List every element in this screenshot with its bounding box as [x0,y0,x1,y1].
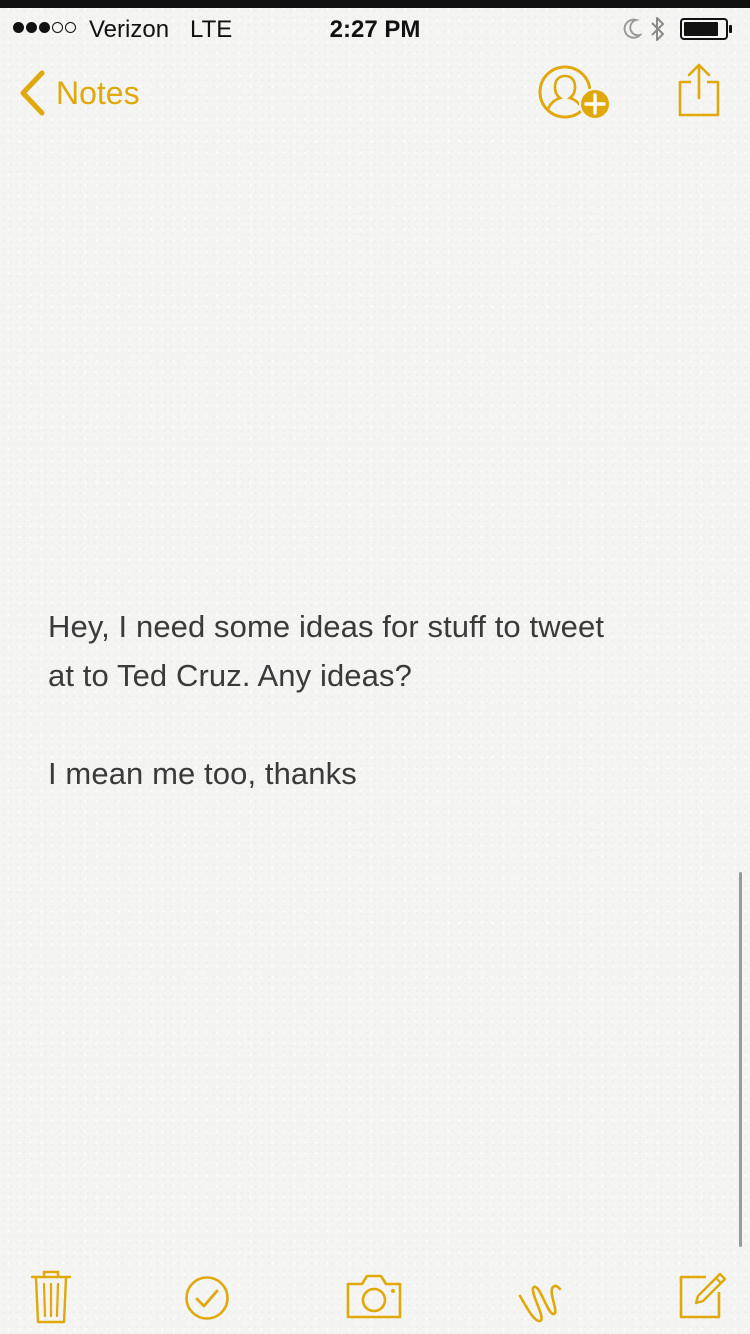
checklist-icon[interactable] [184,1275,230,1321]
compose-icon[interactable] [678,1270,728,1320]
note-line: Hey, I need some ideas for stuff to twee… [48,609,605,644]
chevron-left-icon [20,70,45,116]
scrollbar[interactable] [739,872,742,1247]
share-icon[interactable] [676,62,722,118]
navigation-bar: Notes [0,48,750,138]
back-label: Notes [56,75,140,111]
back-button[interactable]: Notes [18,68,140,118]
status-bar: Verizon LTE 2:27 PM [0,8,750,48]
battery-icon [680,18,732,40]
trash-icon[interactable] [30,1270,72,1324]
sketch-icon[interactable] [514,1272,564,1324]
bottom-toolbar [0,1260,750,1334]
moon-icon [623,18,642,39]
bluetooth-icon [651,17,664,41]
top-strip [0,0,750,8]
note-line: at to Ted Cruz. Any ideas? [48,658,412,693]
note-body[interactable]: Hey, I need some ideas for stuff to twee… [48,602,698,798]
add-people-icon[interactable] [536,64,614,122]
note-line: I mean me too, thanks [48,756,357,791]
camera-icon[interactable] [345,1272,403,1320]
status-icons [610,8,750,48]
